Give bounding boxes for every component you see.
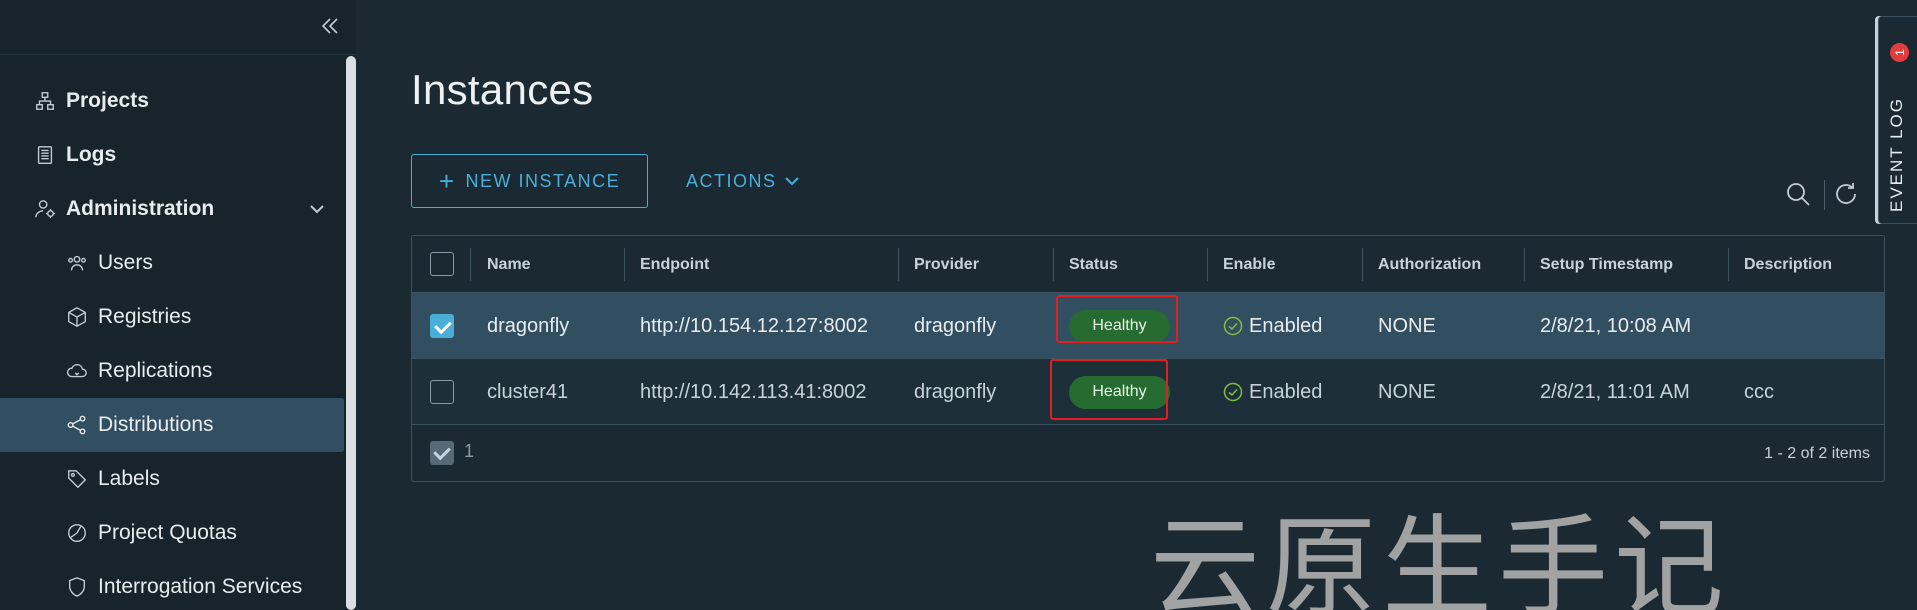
- column-header-provider[interactable]: Provider: [914, 236, 979, 293]
- plus-icon: +: [438, 166, 456, 196]
- column-separator: [624, 248, 625, 281]
- column-header-enable[interactable]: Enable: [1223, 236, 1275, 293]
- sidebar-item-label: Distributions: [98, 413, 214, 436]
- toolbar-divider: [1824, 180, 1825, 210]
- shield-icon: [64, 574, 90, 600]
- column-separator: [1362, 248, 1363, 281]
- sidebar-item-labels[interactable]: Labels: [0, 452, 345, 506]
- event-log-label: EVENT LOG: [1887, 97, 1906, 212]
- cell-provider: dragonfly: [914, 314, 997, 337]
- refresh-icon[interactable]: [1832, 180, 1860, 208]
- column-separator: [898, 248, 899, 281]
- selection-count-checkbox: [430, 441, 454, 465]
- cell-provider: dragonfly: [914, 380, 997, 403]
- sidebar-item-label: Registries: [98, 305, 192, 328]
- sidebar-item-registries[interactable]: Registries: [0, 290, 345, 344]
- sidebar-item-label: Project Quotas: [98, 521, 237, 544]
- sidebar-item-label: Interrogation Services: [98, 575, 303, 598]
- column-header-status[interactable]: Status: [1069, 236, 1118, 293]
- projects-icon: [32, 88, 58, 114]
- cell-setup-timestamp: 2/8/21, 10:08 AM: [1540, 314, 1692, 337]
- users-icon: [64, 250, 90, 276]
- datagrid-footer: 1 1 - 2 of 2 items: [412, 425, 1884, 481]
- sidebar-nav: Projects Logs Administration Users Regis…: [0, 74, 345, 610]
- sidebar: Projects Logs Administration Users Regis…: [0, 0, 356, 610]
- check-circle-icon: [1223, 382, 1243, 402]
- event-log-count-badge: 1: [1890, 43, 1909, 62]
- chevron-down-icon[interactable]: [307, 199, 327, 219]
- event-log-tab[interactable]: 1 EVENT LOG: [1878, 16, 1917, 224]
- cell-name: dragonfly: [487, 314, 570, 337]
- page-title: Instances: [411, 66, 594, 113]
- column-separator: [1728, 248, 1729, 281]
- cell-name: cluster41: [487, 380, 569, 403]
- sidebar-item-administration[interactable]: Administration: [0, 182, 345, 236]
- replications-icon: [64, 358, 90, 384]
- sidebar-item-label: Replications: [98, 359, 213, 382]
- actions-label: ACTIONS: [686, 170, 777, 191]
- collapse-sidebar-icon[interactable]: [318, 14, 342, 38]
- column-separator: [1207, 248, 1208, 281]
- registries-icon: [64, 304, 90, 330]
- cell-authorization: NONE: [1378, 380, 1436, 403]
- search-icon[interactable]: [1784, 180, 1812, 208]
- sidebar-item-label: Administration: [66, 197, 215, 220]
- sidebar-item-logs[interactable]: Logs: [0, 128, 345, 182]
- labels-icon: [64, 466, 90, 492]
- sidebar-item-project-quotas[interactable]: Project Quotas: [0, 506, 345, 560]
- actions-dropdown[interactable]: ACTIONS: [686, 154, 801, 208]
- column-header-endpoint[interactable]: Endpoint: [640, 236, 709, 293]
- column-header-name[interactable]: Name: [487, 236, 531, 293]
- pagination-info: 1 - 2 of 2 items: [1764, 445, 1870, 462]
- row-checkbox[interactable]: [430, 314, 454, 338]
- instances-datagrid: Name Endpoint Provider Status Enable Aut…: [411, 235, 1885, 482]
- cell-endpoint: http://10.154.12.127:8002: [640, 314, 868, 337]
- sidebar-item-label: Logs: [66, 143, 117, 166]
- sidebar-item-users[interactable]: Users: [0, 236, 345, 290]
- cell-description: ccc: [1744, 380, 1774, 403]
- column-separator: [1053, 248, 1054, 281]
- select-all-checkbox[interactable]: [430, 252, 454, 276]
- column-header-description[interactable]: Description: [1744, 236, 1832, 293]
- sidebar-item-distributions[interactable]: Distributions: [0, 398, 345, 452]
- status-highlight-box: [1056, 295, 1178, 343]
- sidebar-item-interrogation-services[interactable]: Interrogation Services: [0, 560, 345, 610]
- cell-authorization: NONE: [1378, 314, 1436, 337]
- column-header-setup-timestamp[interactable]: Setup Timestamp: [1540, 236, 1673, 293]
- sidebar-header: [0, 0, 356, 55]
- new-instance-button[interactable]: + NEW INSTANCE: [411, 154, 648, 208]
- administration-icon: [32, 196, 58, 222]
- sidebar-item-label: Users: [98, 251, 153, 274]
- status-highlight-box: [1050, 359, 1168, 420]
- row-checkbox[interactable]: [430, 380, 454, 404]
- cell-enable: Enabled: [1223, 359, 1322, 425]
- enable-label: Enabled: [1249, 380, 1323, 403]
- cell-setup-timestamp: 2/8/21, 11:01 AM: [1540, 380, 1690, 403]
- distributions-icon: [64, 412, 90, 438]
- project-quotas-icon: [64, 520, 90, 546]
- sidebar-item-projects[interactable]: Projects: [0, 74, 345, 128]
- sidebar-scrollbar[interactable]: [346, 56, 356, 610]
- cell-endpoint: http://10.142.113.41:8002: [640, 380, 867, 403]
- cell-enable: Enabled: [1223, 293, 1322, 359]
- check-circle-icon: [1223, 316, 1243, 336]
- enable-label: Enabled: [1249, 314, 1323, 337]
- column-header-authorization[interactable]: Authorization: [1378, 236, 1481, 293]
- column-separator: [470, 248, 471, 281]
- sidebar-item-label: Labels: [98, 467, 160, 490]
- new-instance-label: NEW INSTANCE: [465, 170, 621, 191]
- datagrid-header: Name Endpoint Provider Status Enable Aut…: [412, 236, 1884, 293]
- logs-icon: [32, 142, 58, 168]
- chevron-down-icon: [784, 177, 799, 186]
- column-separator: [1524, 248, 1525, 281]
- sidebar-item-label: Projects: [66, 89, 149, 112]
- selection-count: 1: [464, 441, 475, 461]
- watermark: 云原生手记: [1150, 504, 1730, 610]
- sidebar-item-replications[interactable]: Replications: [0, 344, 345, 398]
